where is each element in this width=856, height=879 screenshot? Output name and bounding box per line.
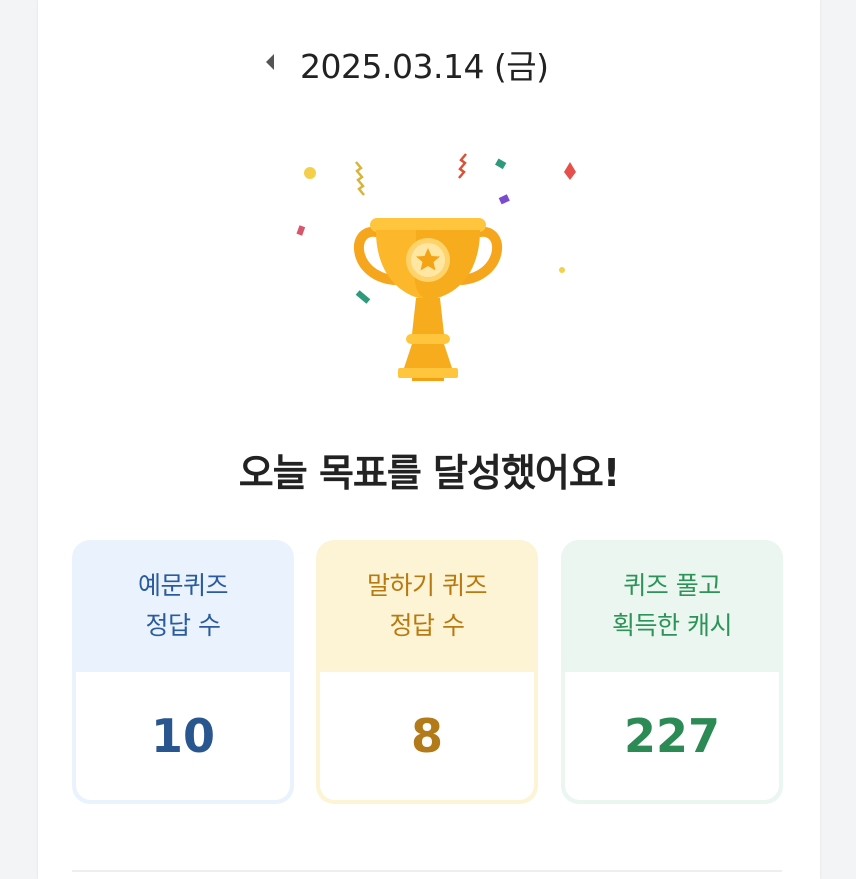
stat-label-line1: 퀴즈 풀고 — [623, 571, 721, 600]
stat-label-line1: 말하기 퀴즈 — [367, 571, 487, 600]
confetti-squiggle — [355, 161, 365, 196]
confetti-piece — [296, 225, 306, 236]
stat-value: 8 — [320, 672, 534, 800]
caret-left-icon — [266, 54, 274, 70]
confetti-piece — [495, 158, 507, 170]
confetti-squiggle — [458, 153, 467, 179]
confetti-dot — [304, 167, 316, 179]
stat-value: 10 — [76, 672, 290, 800]
trophy-icon — [296, 153, 624, 381]
stat-label: 예문퀴즈 정답 수 — [72, 540, 294, 672]
prev-date-button[interactable] — [260, 50, 282, 74]
section-divider — [72, 870, 782, 872]
stat-label-line2: 획득한 캐시 — [612, 611, 732, 640]
stat-label-line2: 정답 수 — [389, 611, 465, 640]
confetti-piece — [564, 162, 576, 180]
trophy-illustration — [248, 140, 624, 410]
goal-achieved-title: 오늘 목표를 달성했어요! — [238, 451, 620, 495]
example-quiz-stat-card: 예문퀴즈 정답 수 10 — [72, 540, 294, 804]
date-label: 2025.03.14 (금) — [300, 47, 549, 86]
stat-label: 퀴즈 풀고 획득한 캐시 — [561, 540, 783, 672]
earned-cash-stat-card: 퀴즈 풀고 획득한 캐시 227 — [561, 540, 783, 804]
stat-label-line1: 예문퀴즈 — [137, 571, 229, 600]
stat-value: 227 — [565, 672, 779, 800]
stat-label-line2: 정답 수 — [145, 611, 221, 640]
confetti-piece — [498, 194, 510, 205]
stat-label: 말하기 퀴즈 정답 수 — [316, 540, 538, 672]
result-sheet: 2025.03.14 (금) 오늘 목표를 달성했어요! 예문퀴즈 정답 수 1… — [38, 0, 820, 879]
confetti-piece — [355, 290, 371, 304]
date-navigator: 2025.03.14 (금) — [38, 38, 820, 86]
speaking-quiz-stat-card: 말하기 퀴즈 정답 수 8 — [316, 540, 538, 804]
confetti-dot — [559, 267, 565, 273]
